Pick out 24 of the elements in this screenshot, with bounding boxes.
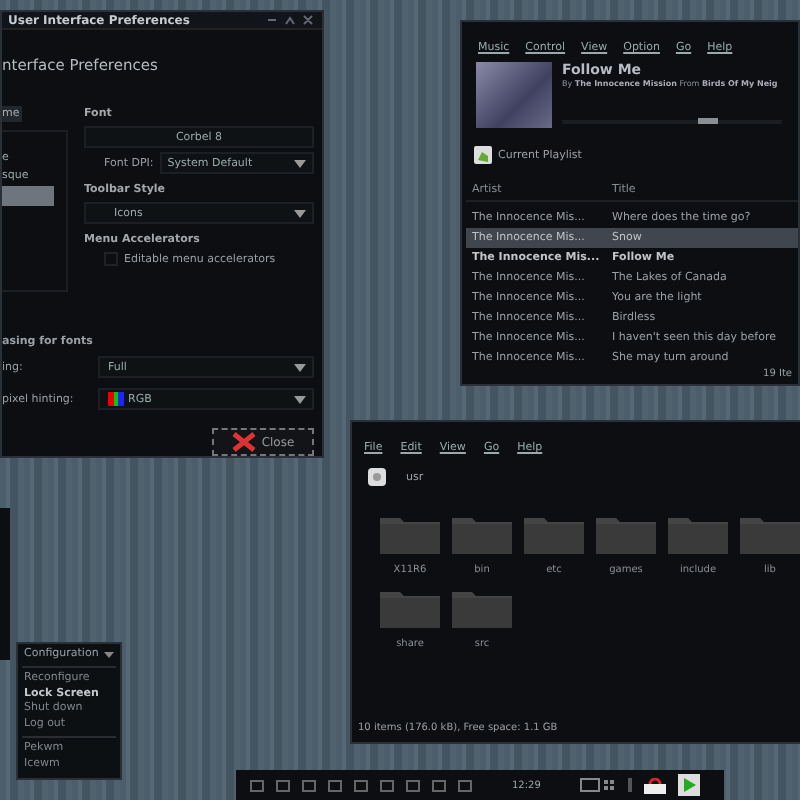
- folder-icon[interactable]: [380, 514, 440, 554]
- window-controls-icon[interactable]: [266, 14, 314, 26]
- folder-icon[interactable]: [452, 514, 512, 554]
- caret-icon: [294, 159, 306, 167]
- folder-icon[interactable]: [740, 514, 800, 554]
- folder-icon[interactable]: [668, 514, 728, 554]
- album-art-placeholder: [476, 62, 552, 128]
- folder-icon[interactable]: [452, 588, 512, 628]
- toolbox-icon[interactable]: [644, 777, 667, 793]
- caret-icon: [104, 651, 114, 657]
- playlist-icon: [474, 146, 492, 164]
- media-player-icon[interactable]: [678, 774, 701, 796]
- drive-icon: [368, 468, 386, 486]
- network-icon[interactable]: [580, 778, 617, 792]
- caret-icon: [294, 395, 306, 403]
- caret-icon: [294, 363, 306, 371]
- rgb-stripes-icon: [108, 392, 124, 406]
- progress-thumb[interactable]: [698, 118, 719, 124]
- folder-icon[interactable]: [596, 514, 656, 554]
- close-icon: [231, 432, 256, 452]
- separator-icon: [628, 778, 633, 792]
- folder-icon[interactable]: [380, 588, 440, 628]
- caret-icon: [294, 209, 306, 217]
- folder-icon[interactable]: [524, 514, 584, 554]
